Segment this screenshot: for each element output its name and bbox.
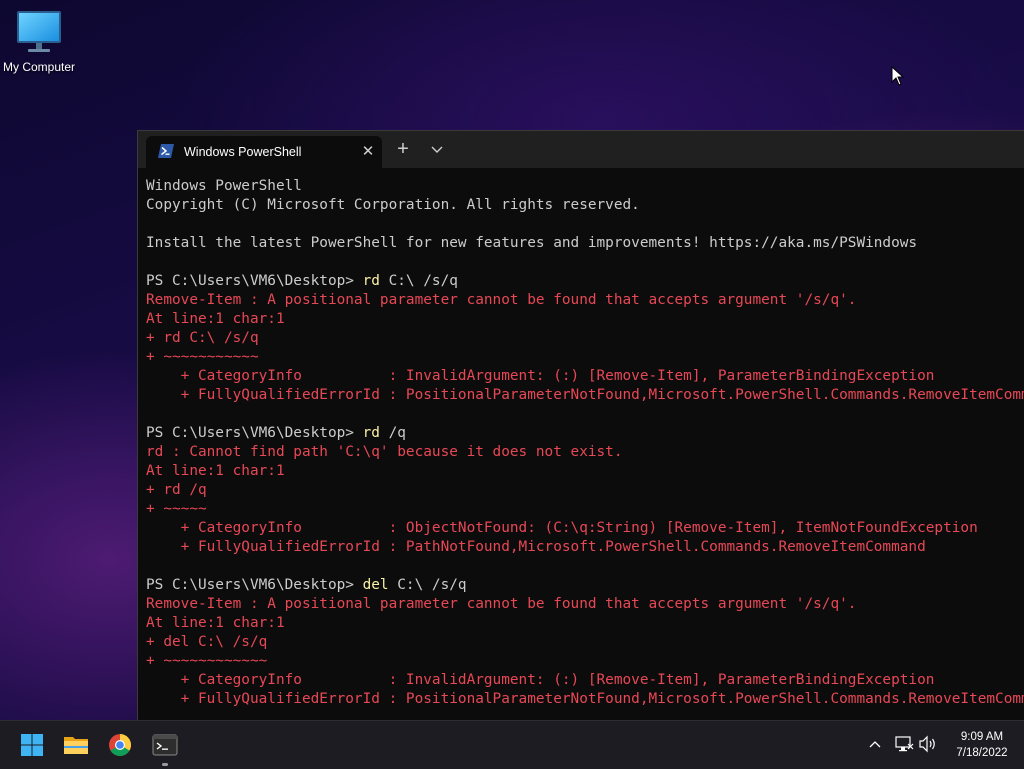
console-output-line: Install the latest PowerShell for new fe… xyxy=(146,235,918,251)
console-error-line: + CategoryInfo : InvalidArgument: (:) [R… xyxy=(146,672,935,688)
new-tab-button[interactable]: + xyxy=(392,138,414,160)
console-error-line: + ~~~~~~~~~~~~ xyxy=(146,653,268,669)
chrome-icon[interactable] xyxy=(102,727,138,763)
console-error-line: + FullyQualifiedErrorId : PositionalPara… xyxy=(146,691,1024,707)
prompt-text: PS C:\Users\VM6\Desktop> xyxy=(146,425,363,441)
command-name: rd xyxy=(362,273,380,289)
command-args: C:\ /s/q xyxy=(379,273,458,289)
console-prompt-line: PS C:\Users\VM6\Desktop> rd C:\ /s/q xyxy=(146,272,1024,291)
desktop-icon-my-computer[interactable]: My Computer xyxy=(2,8,76,74)
console-error-line: + FullyQualifiedErrorId : PathNotFound,M… xyxy=(146,539,926,555)
console-error-line: + del C:\ /s/q xyxy=(146,634,268,650)
console-error-line: + ~~~~~~~~~~~ xyxy=(146,349,259,365)
console-error-line: + FullyQualifiedErrorId : PositionalPara… xyxy=(146,387,1024,403)
console-output-line: Copyright (C) Microsoft Corporation. All… xyxy=(146,197,640,213)
command-args: /q xyxy=(379,425,406,441)
monitor-icon xyxy=(11,8,67,58)
close-tab-icon[interactable]: ✕ xyxy=(358,142,378,162)
chevron-down-icon[interactable] xyxy=(426,138,448,160)
console-error-line: At line:1 char:1 xyxy=(146,615,285,631)
folder-icon[interactable] xyxy=(58,727,94,763)
command-name: rd xyxy=(362,425,380,441)
network-icon[interactable] xyxy=(894,735,914,753)
command-args: C:\ /s/q xyxy=(388,577,467,593)
prompt-text: PS C:\Users\VM6\Desktop> xyxy=(146,273,363,289)
console-error-line: + ~~~~~ xyxy=(146,501,207,517)
volume-icon[interactable] xyxy=(918,735,938,753)
desktop-icon-label: My Computer xyxy=(2,60,76,74)
clock-date: 7/18/2022 xyxy=(956,747,1008,759)
console-error-line: Remove-Item : A positional parameter can… xyxy=(146,292,857,308)
prompt-text: PS C:\Users\VM6\Desktop> xyxy=(146,577,363,593)
system-clock[interactable]: 9:09 AM 7/18/2022 xyxy=(944,729,1020,761)
terminal-icon[interactable] xyxy=(147,727,183,763)
windows-start-icon[interactable] xyxy=(14,727,50,763)
taskbar: 9:09 AM 7/18/2022 xyxy=(0,720,1024,769)
tab-windows-powershell[interactable]: Windows PowerShell ✕ xyxy=(146,136,382,168)
tab-bar: Windows PowerShell ✕ + xyxy=(138,131,1024,168)
console-prompt-line: PS C:\Users\VM6\Desktop> del C:\ /s/q xyxy=(146,576,1024,595)
powershell-icon xyxy=(158,144,174,158)
command-name: del xyxy=(362,577,389,593)
console-output-line: Windows PowerShell xyxy=(146,178,302,194)
console-error-line: + rd C:\ /s/q xyxy=(146,330,259,346)
console-error-line: At line:1 char:1 xyxy=(146,311,285,327)
console-output[interactable]: Windows PowerShell Copyright (C) Microsof… xyxy=(146,177,1024,721)
terminal-window: Windows PowerShell ✕ + Windows PowerShel… xyxy=(137,130,1024,721)
console-error-line: + rd /q xyxy=(146,482,207,498)
console-error-line: + CategoryInfo : InvalidArgument: (:) [R… xyxy=(146,368,935,384)
console-prompt-line: PS C:\Users\VM6\Desktop> rd /q xyxy=(146,424,1024,443)
console-error-line: + CategoryInfo : ObjectNotFound: (C:\q:S… xyxy=(146,520,978,536)
tab-title: Windows PowerShell xyxy=(184,145,302,159)
chevron-up-icon[interactable] xyxy=(868,737,882,751)
clock-time: 9:09 AM xyxy=(960,731,1004,743)
console-error-line: At line:1 char:1 xyxy=(146,463,285,479)
console-error-line: Remove-Item : A positional parameter can… xyxy=(146,596,857,612)
console-error-line: rd : Cannot find path 'C:\q' because it … xyxy=(146,444,623,460)
mouse-cursor-icon xyxy=(891,65,905,86)
active-app-indicator xyxy=(162,763,168,766)
